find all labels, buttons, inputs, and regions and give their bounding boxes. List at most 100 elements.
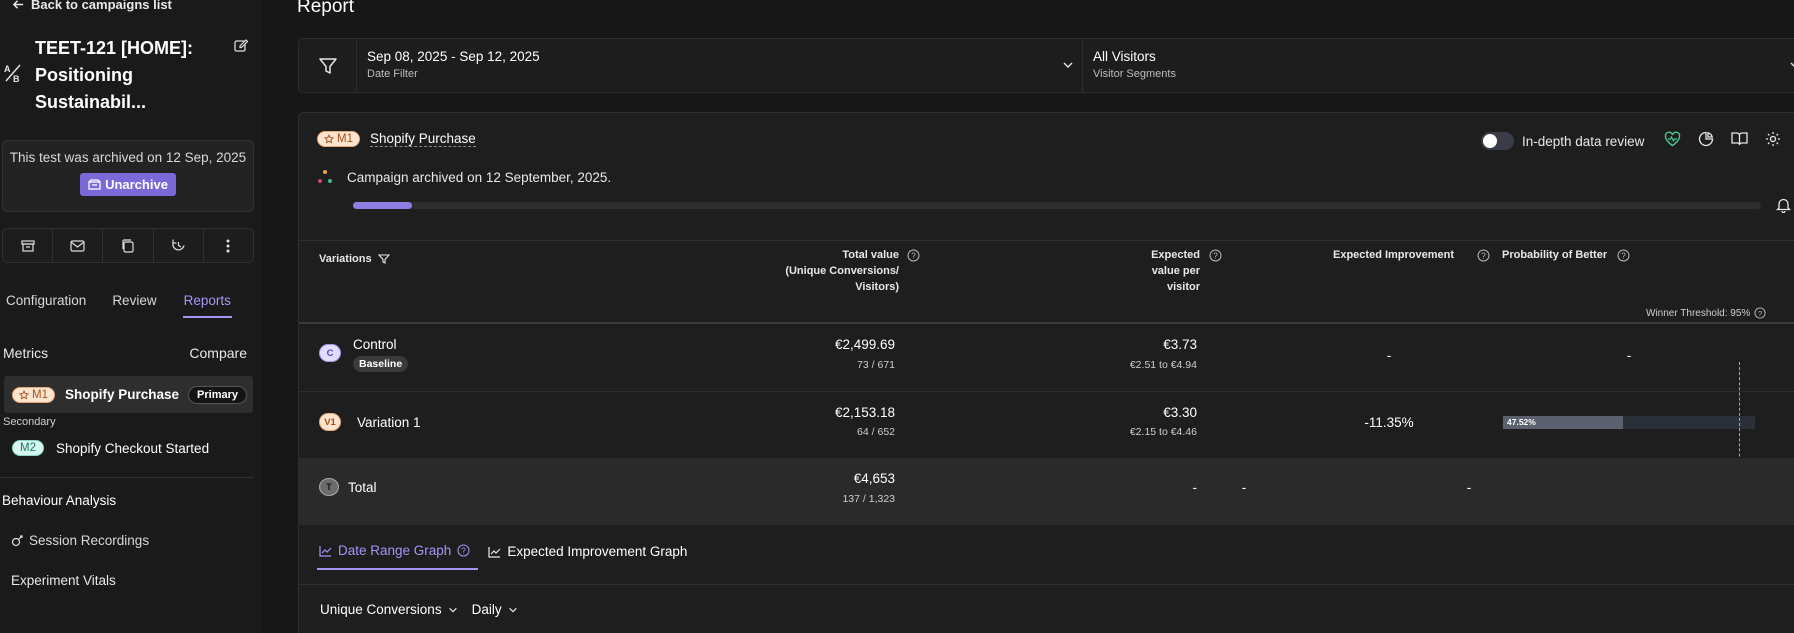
variation-badge: C: [319, 344, 341, 362]
help-circle-icon[interactable]: ?: [1477, 249, 1490, 262]
probability-bar: 47.52%: [1503, 416, 1755, 429]
metric-type-value: Unique Conversions: [320, 602, 442, 617]
variation-name: Total: [348, 480, 377, 495]
primary-badge: Primary: [188, 385, 248, 404]
table-row[interactable]: C Control Baseline €2,499.69 73 / 671 €3…: [299, 324, 1794, 391]
bell-icon[interactable]: [1776, 197, 1791, 213]
conversions: 64 / 652: [857, 426, 895, 438]
recording-icon: [11, 535, 23, 547]
unarchive-label: Unarchive: [105, 177, 168, 192]
session-recordings-link[interactable]: Session Recordings: [11, 533, 149, 548]
duplicate-button[interactable]: [103, 229, 154, 262]
in-depth-toggle[interactable]: [1481, 132, 1514, 150]
metric-badge: M1: [317, 131, 360, 147]
help-circle-icon[interactable]: ?: [457, 544, 470, 557]
metric-item-secondary[interactable]: M2 Shopify Checkout Started: [12, 440, 209, 456]
metric-type-dropdown[interactable]: Unique Conversions: [320, 602, 458, 617]
tab-label: Expected Improvement Graph: [507, 544, 688, 559]
segment-filter[interactable]: All Visitors Visitor Segments: [1093, 49, 1176, 80]
app: Back to campaigns list A B TEET-121 [HOM…: [0, 0, 1794, 633]
expected-range: €2.51 to €4.94: [1129, 359, 1197, 371]
tab-review[interactable]: Review: [112, 293, 156, 318]
page-title: Report: [297, 0, 355, 17]
secondary-label: Secondary: [3, 416, 56, 428]
tab-reports[interactable]: Reports: [182, 293, 232, 318]
metric-badge-label: M1: [337, 133, 353, 145]
gear-icon[interactable]: [1765, 131, 1781, 147]
ab-test-icon: A B: [4, 64, 21, 83]
arrow-left-icon: [12, 0, 24, 9]
tab-configuration[interactable]: Configuration: [6, 293, 86, 318]
row-menu-icon[interactable]: ⋮: [1789, 414, 1794, 430]
filter-icon: [318, 57, 337, 74]
behaviour-analysis-heading: Behaviour Analysis: [2, 493, 117, 508]
interval-value: Daily: [471, 602, 502, 617]
card-metric-header: M1 Shopify Purchase: [317, 131, 476, 147]
tab-expected-improvement-graph[interactable]: Expected Improvement Graph: [488, 543, 687, 570]
email-button[interactable]: [53, 229, 104, 262]
filter-button[interactable]: [299, 39, 357, 92]
compare-button[interactable]: Compare: [189, 345, 247, 361]
archived-notice: This test was archived on 12 Sep, 2025 U…: [2, 140, 254, 212]
winner-threshold: Winner Threshold: 95% ?: [1646, 307, 1766, 319]
row-menu-icon[interactable]: ⋮: [1789, 348, 1794, 364]
table-row[interactable]: V1 Variation 1 €2,153.18 64 / 652 €3.30 …: [299, 362, 1794, 487]
graph-tabs-divider: [299, 584, 1794, 585]
column-header-variations: Variations: [319, 251, 390, 267]
conversions: 73 / 671: [857, 359, 895, 371]
tab-date-range-graph[interactable]: Date Range Graph ?: [317, 543, 479, 570]
edit-icon[interactable]: [234, 38, 248, 52]
filter-icon[interactable]: [377, 253, 390, 265]
metric-name-link[interactable]: Shopify Purchase: [369, 131, 476, 147]
tab-label: Date Range Graph: [338, 543, 452, 558]
experiment-vitals-link[interactable]: Experiment Vitals: [11, 573, 116, 588]
unarchive-button[interactable]: Unarchive: [80, 173, 176, 196]
line-chart-icon: [319, 545, 332, 557]
svg-text:A: A: [4, 64, 11, 74]
expected-value: €3.30: [1163, 405, 1197, 420]
archive-box-icon: [88, 179, 101, 190]
expected-line-3: visitor: [1166, 281, 1200, 293]
card-actions: [1664, 131, 1781, 147]
metric-item-primary[interactable]: M1 Shopify Purchase Primary: [4, 376, 253, 413]
book-open-icon[interactable]: [1731, 131, 1748, 146]
campaign-progress-fill: [353, 202, 412, 209]
more-options-button[interactable]: [204, 229, 253, 262]
svg-text:?: ?: [1621, 252, 1626, 261]
graph-controls: Unique Conversions Daily: [320, 602, 518, 617]
help-circle-icon[interactable]: ?: [1209, 249, 1222, 262]
pie-chart-icon[interactable]: [1698, 131, 1714, 147]
more-vertical-icon: [226, 239, 230, 252]
date-filter[interactable]: Sep 08, 2025 - Sep 12, 2025 Date Filter: [367, 49, 540, 80]
chevron-down-icon[interactable]: [1062, 59, 1074, 71]
date-filter-label: Date Filter: [367, 68, 418, 80]
probability-value: -: [1466, 480, 1472, 495]
help-circle-icon[interactable]: ?: [1617, 249, 1630, 262]
in-depth-toggle-area: In-depth data review: [1481, 132, 1644, 150]
column-header-expected-value: Expected value per visitor: [1151, 247, 1200, 295]
interval-dropdown[interactable]: Daily: [472, 602, 518, 617]
svg-text:?: ?: [1758, 309, 1762, 318]
help-circle-icon[interactable]: ?: [1754, 307, 1766, 319]
campaign-progress-bar: [353, 202, 1761, 209]
filter-bar: Sep 08, 2025 - Sep 12, 2025 Date Filter …: [298, 38, 1794, 93]
winner-threshold-label: Winner Threshold: 95%: [1646, 307, 1751, 319]
table-row-total: T Total €4,653 137 / 1,323 - - -: [299, 458, 1794, 525]
archived-message-text: Campaign archived on 12 September, 2025.: [347, 169, 612, 185]
svg-text:?: ?: [1481, 252, 1486, 261]
expected-range: €2.15 to €4.46: [1129, 426, 1197, 438]
history-button[interactable]: [154, 229, 204, 262]
help-circle-icon[interactable]: ?: [907, 249, 920, 262]
heart-pulse-icon[interactable]: [1664, 131, 1681, 147]
variation-name: Control: [353, 337, 397, 352]
report-card: M1 Shopify Purchase In-depth data review…: [298, 112, 1794, 633]
archived-message: Campaign archived on 12 September, 2025.: [317, 169, 611, 185]
back-link[interactable]: Back to campaigns list: [12, 0, 172, 12]
copy-icon: [122, 238, 134, 253]
graph-tabs: Date Range Graph ? Expected Improvement …: [317, 543, 687, 570]
star-icon: [324, 134, 334, 144]
metrics-header: Metrics Compare: [3, 345, 247, 361]
chevron-down-icon[interactable]: [1789, 59, 1794, 71]
sidebar: Back to campaigns list A B TEET-121 [HOM…: [0, 0, 262, 633]
archive-button[interactable]: [3, 229, 54, 262]
